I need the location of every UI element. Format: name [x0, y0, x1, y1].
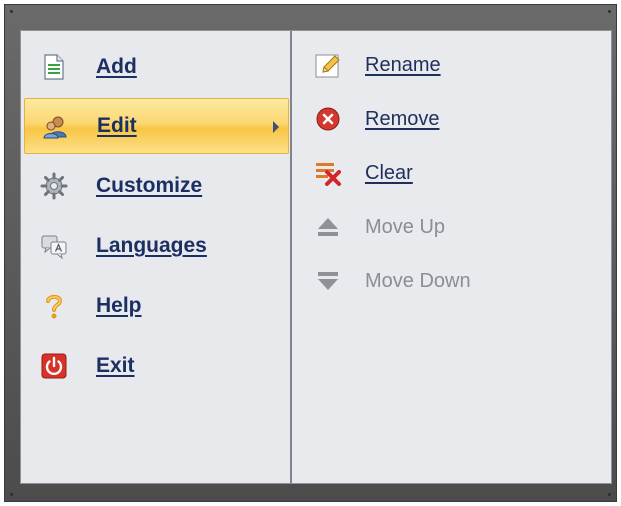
exit-power-icon — [40, 352, 68, 380]
remove-icon — [314, 105, 342, 133]
gear-icon — [40, 172, 68, 200]
edit-users-icon — [41, 113, 69, 141]
menu-item-help[interactable]: Help — [24, 278, 289, 334]
help-icon — [40, 292, 68, 320]
languages-icon — [40, 232, 68, 260]
submenu-item-label: Move Up — [365, 215, 446, 238]
menu-item-add[interactable]: Add — [24, 39, 289, 95]
submenu-pane: Rename Remove Clear Move Up Move Down — [292, 31, 611, 483]
menu-item-label: Edit — [97, 114, 137, 137]
menu-content: Add Edit Customize Languages Help Exit R… — [20, 30, 612, 484]
move-down-icon — [314, 267, 342, 295]
submenu-item-rename[interactable]: Rename — [292, 39, 592, 91]
frame-corner-dot — [10, 10, 13, 13]
submenu-item-label: Remove — [365, 107, 440, 130]
frame-corner-dot — [608, 10, 611, 13]
submenu-item-move-up[interactable]: Move Up — [292, 201, 592, 253]
menu-item-edit[interactable]: Edit — [24, 98, 289, 154]
frame-corner-dot — [608, 493, 611, 496]
submenu-item-label: Move Down — [365, 269, 471, 292]
submenu-item-clear[interactable]: Clear — [292, 147, 592, 199]
menu-item-label: Exit — [96, 354, 135, 377]
pencil-icon — [314, 51, 342, 79]
submenu-item-label: Clear — [365, 161, 413, 184]
menu-item-label: Help — [96, 294, 142, 317]
main-menu-pane: Add Edit Customize Languages Help Exit — [21, 31, 292, 483]
menu-item-customize[interactable]: Customize — [24, 158, 289, 214]
submenu-arrow-icon — [273, 121, 279, 133]
submenu-item-move-down[interactable]: Move Down — [292, 255, 592, 307]
menu-item-label: Customize — [96, 174, 203, 197]
menu-item-label: Add — [96, 55, 137, 78]
clear-icon — [314, 159, 342, 187]
frame-corner-dot — [10, 493, 13, 496]
menu-item-languages[interactable]: Languages — [24, 218, 289, 274]
add-document-icon — [40, 53, 68, 81]
submenu-item-remove[interactable]: Remove — [292, 93, 592, 145]
move-up-icon — [314, 213, 342, 241]
submenu-item-label: Rename — [365, 53, 441, 76]
menu-item-exit[interactable]: Exit — [24, 338, 289, 394]
menu-item-label: Languages — [96, 234, 207, 257]
